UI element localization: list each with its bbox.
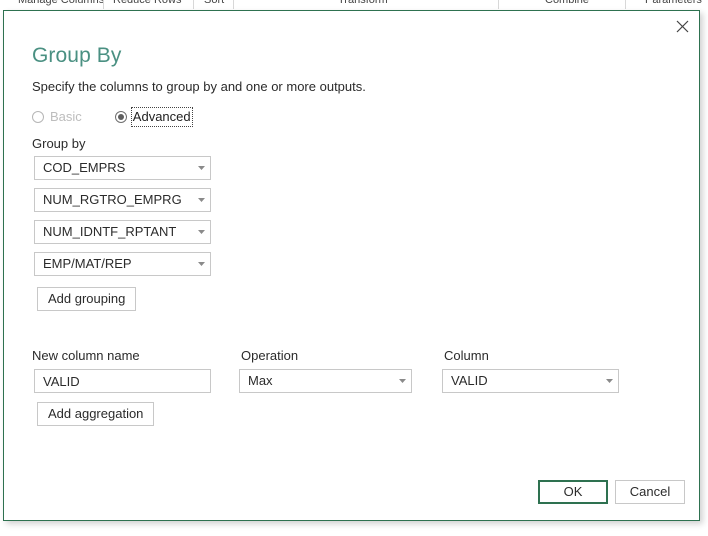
ribbon-group-sort: Sort — [204, 0, 225, 6]
column-label: Column — [444, 348, 489, 363]
radio-mark-icon — [114, 111, 127, 123]
chevron-down-icon — [192, 198, 210, 202]
ribbon-divider — [193, 0, 194, 9]
new-column-name-input[interactable] — [34, 369, 211, 393]
operation-label: Operation — [241, 348, 299, 363]
group-by-column-value-4: EMP/MAT/REP — [43, 256, 132, 271]
chevron-down-icon — [192, 262, 210, 266]
ribbon-groups-strip: Manage Columns Reduce Rows Sort Transfor… — [0, 0, 708, 9]
ribbon-divider — [498, 0, 499, 9]
close-icon[interactable] — [665, 11, 699, 41]
page-title: Group By — [32, 44, 122, 67]
group-by-column-value-3: NUM_IDNTF_RPTANT — [43, 224, 177, 239]
group-by-dialog: Group By Specify the columns to group by… — [3, 10, 700, 521]
chevron-down-icon — [600, 379, 618, 383]
group-by-column-dropdown-1[interactable]: COD_EMPRS — [34, 156, 211, 180]
radio-advanced[interactable]: Advanced — [114, 107, 193, 127]
operation-value: Max — [248, 373, 273, 388]
dialog-body: Group By Specify the columns to group by… — [4, 11, 699, 520]
column-dropdown[interactable]: VALID — [442, 369, 619, 393]
mode-radio-group: Basic Advanced — [32, 107, 193, 127]
group-by-column-dropdown-2[interactable]: NUM_RGTRO_EMPRG — [34, 188, 211, 212]
ribbon-group-manage-columns: Manage Columns — [18, 0, 105, 6]
ok-button[interactable]: OK — [538, 480, 608, 504]
group-by-column-value-1: COD_EMPRS — [43, 160, 126, 175]
ribbon-group-reduce-rows: Reduce Rows — [113, 0, 182, 6]
cancel-button[interactable]: Cancel — [615, 480, 685, 504]
operation-dropdown[interactable]: Max — [239, 369, 412, 393]
ribbon-divider — [233, 0, 234, 9]
new-column-name-label: New column name — [32, 348, 140, 363]
ribbon-divider — [103, 0, 104, 9]
group-by-section-label: Group by — [32, 136, 86, 151]
group-by-column-value-2: NUM_RGTRO_EMPRG — [43, 192, 182, 207]
radio-basic[interactable]: Basic — [32, 109, 82, 125]
radio-advanced-label: Advanced — [130, 107, 193, 127]
dialog-subtitle: Specify the columns to group by and one … — [32, 79, 366, 94]
radio-basic-label: Basic — [50, 109, 82, 124]
group-by-column-dropdown-4[interactable]: EMP/MAT/REP — [34, 252, 211, 276]
chevron-down-icon — [192, 230, 210, 234]
ribbon-group-transform: Transform — [338, 0, 388, 6]
column-value: VALID — [451, 373, 488, 388]
ribbon-group-combine: Combine — [545, 0, 590, 6]
add-aggregation-button[interactable]: Add aggregation — [37, 402, 155, 426]
ribbon-group-parameters: Parameters — [645, 0, 702, 6]
add-grouping-button[interactable]: Add grouping — [37, 287, 137, 311]
chevron-down-icon — [192, 166, 210, 170]
ribbon-divider — [625, 0, 626, 9]
power-query-editor-window: Manage Columns Reduce Rows Sort Transfor… — [0, 0, 708, 536]
group-by-column-dropdown-3[interactable]: NUM_IDNTF_RPTANT — [34, 220, 211, 244]
chevron-down-icon — [393, 379, 411, 383]
radio-mark-icon — [32, 111, 44, 123]
